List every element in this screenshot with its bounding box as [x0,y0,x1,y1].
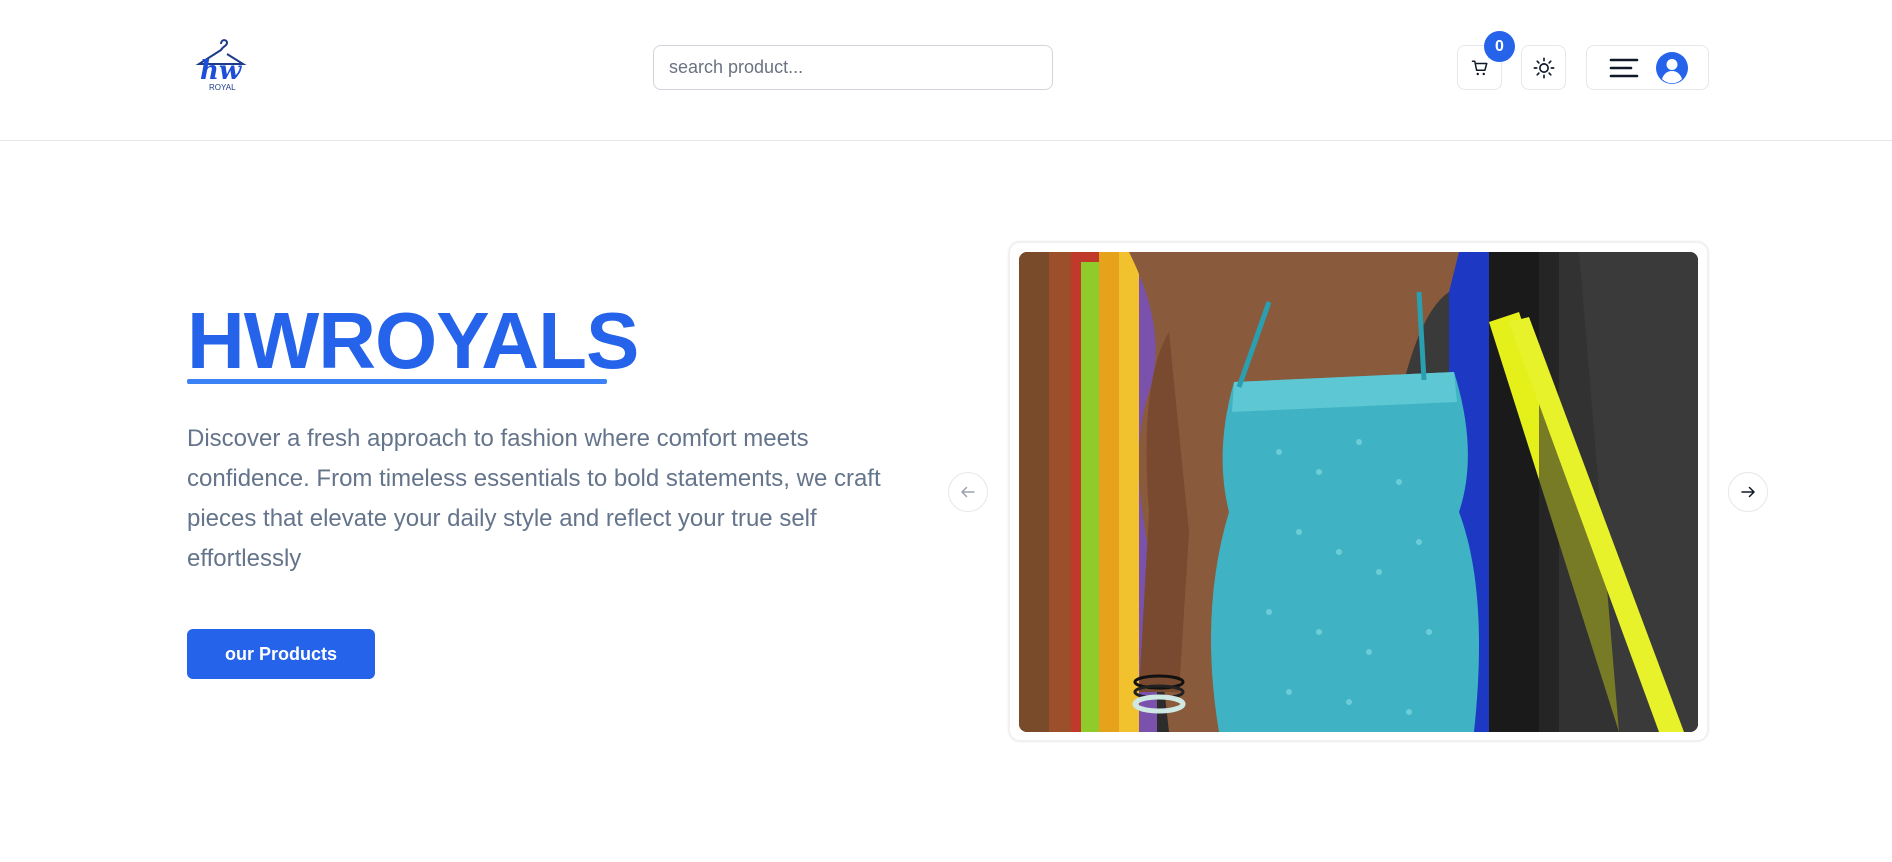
user-avatar-icon [1656,52,1688,84]
carousel-next-button[interactable] [1728,472,1768,512]
cart-icon [1471,60,1487,75]
title-underline [187,379,607,384]
hamburger-icon [1609,58,1639,78]
site-header: hw ROYAL 0 [0,0,1892,141]
svg-text:ROYAL: ROYAL [209,83,236,92]
arrow-left-icon [961,486,975,498]
search-input[interactable] [653,45,1053,90]
svg-text:hw: hw [200,56,243,86]
hanger-logo-icon: hw ROYAL [195,39,247,92]
theme-toggle-button[interactable] [1521,45,1566,90]
arrow-right-icon [1741,486,1755,498]
hero-description: Discover a fresh approach to fashion whe… [187,425,881,572]
carousel-prev-button[interactable] [948,472,988,512]
carousel-slide [1008,241,1709,742]
model-photo [1019,252,1698,732]
sun-icon [1533,57,1554,78]
our-products-button[interactable]: our Products [187,629,375,679]
brand-logo[interactable]: hw ROYAL [193,34,249,94]
cart-count-badge: 0 [1484,31,1515,62]
product-image [1019,252,1698,732]
hero-title: HWROYALS [187,296,639,385]
user-menu-button[interactable] [1586,45,1709,90]
